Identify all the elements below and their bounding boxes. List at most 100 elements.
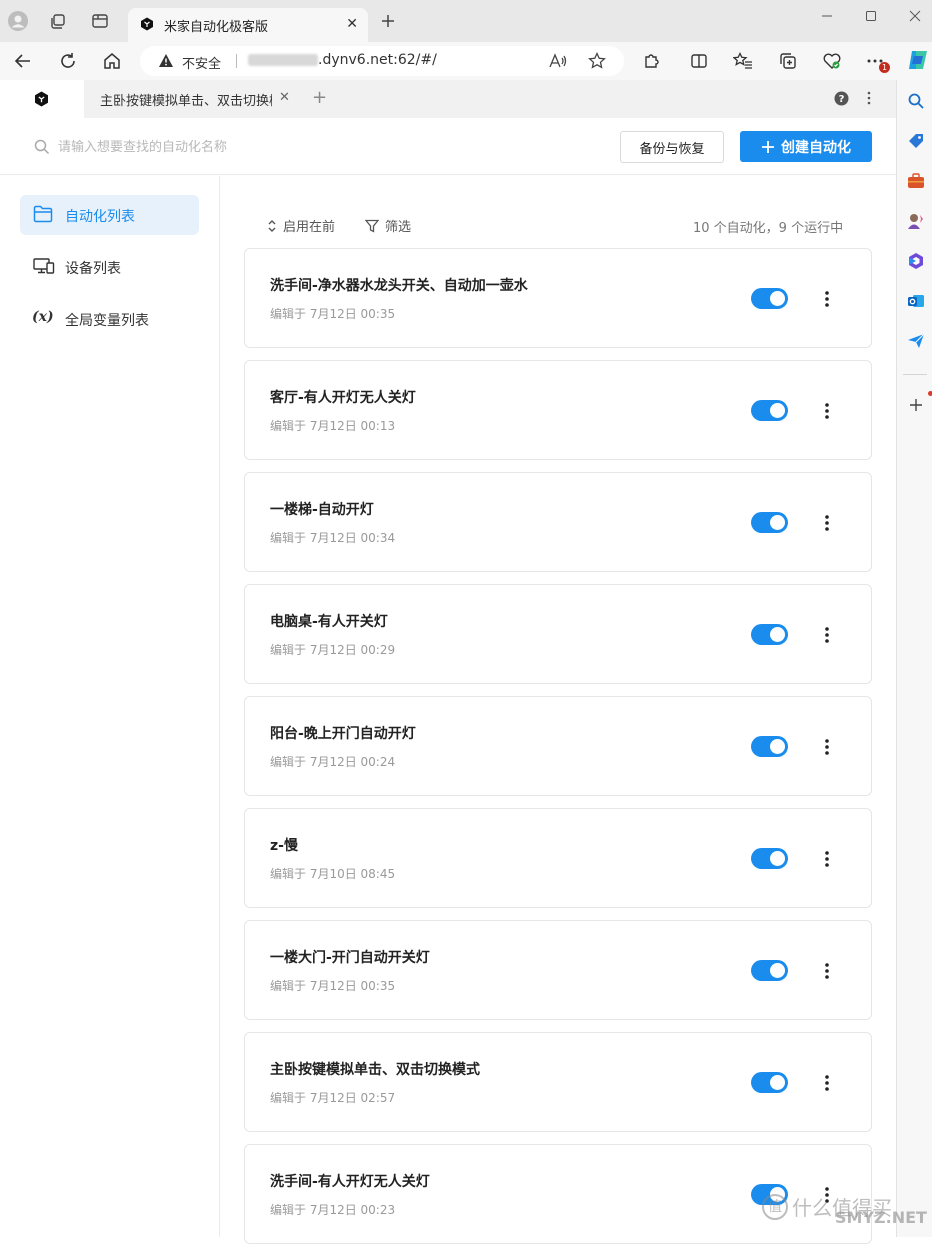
back-arrow-icon[interactable]: [12, 50, 34, 72]
plus-icon: [761, 140, 775, 154]
automation-enable-toggle[interactable]: [751, 288, 788, 309]
automation-card[interactable]: 主卧按键模拟单击、双击切换模式 编辑于 7月12日 02:57: [244, 1032, 872, 1132]
app-tab-strip: 主卧按键模拟单击、双击切换模式 ✕ + ?: [0, 80, 896, 118]
folder-icon: [33, 205, 53, 223]
home-icon[interactable]: [101, 50, 123, 72]
tab-actions-icon[interactable]: [90, 11, 110, 31]
filter-funnel-icon: [365, 219, 379, 233]
automation-card[interactable]: 洗手间-净水器水龙头开关、自动加一壶水 编辑于 7月12日 00:35: [244, 248, 872, 348]
automation-card[interactable]: 一楼大门-开门自动开关灯 编辑于 7月12日 00:35: [244, 920, 872, 1020]
automation-card[interactable]: 客厅-有人开灯无人关灯 编辑于 7月12日 00:13: [244, 360, 872, 460]
minimize-window-icon[interactable]: [812, 6, 842, 26]
url-suffix: .dynv6.net:62/#/: [318, 52, 437, 68]
more-vertical-icon[interactable]: [821, 625, 833, 645]
tools-briefcase-icon[interactable]: [907, 172, 925, 190]
games-icon[interactable]: [907, 212, 925, 230]
filter-control[interactable]: 筛选: [365, 216, 411, 235]
security-status[interactable]: 不安全: [182, 53, 221, 72]
automation-title: 主卧按键模拟单击、双击切换模式: [270, 1062, 480, 1078]
more-vertical-icon[interactable]: [821, 513, 833, 533]
automation-enable-toggle[interactable]: [751, 400, 788, 421]
automation-title: 电脑桌-有人开关灯: [270, 614, 388, 630]
maximize-window-icon[interactable]: [856, 6, 886, 26]
more-vertical-icon[interactable]: [821, 1073, 833, 1093]
browser-essentials-icon[interactable]: [821, 50, 843, 72]
address-bar[interactable]: 不安全 .dynv6.net:62/#/: [140, 46, 624, 76]
automation-edited-time: 编辑于 7月12日 00:35: [270, 979, 396, 993]
app-more-icon[interactable]: [866, 90, 872, 106]
favorites-list-icon[interactable]: [732, 50, 754, 72]
close-app-tab-icon[interactable]: ✕: [279, 90, 290, 105]
sort-arrows-icon: [267, 219, 277, 233]
sidebar-notification-dot: [928, 391, 932, 396]
automation-title: 阳台-晚上开门自动开灯: [270, 726, 416, 742]
warning-triangle-icon[interactable]: [158, 53, 174, 68]
add-app-tab-icon[interactable]: +: [312, 87, 327, 108]
microsoft365-icon[interactable]: [907, 252, 925, 270]
read-aloud-icon[interactable]: [548, 52, 568, 70]
automation-enable-toggle[interactable]: [751, 624, 788, 645]
backup-restore-button[interactable]: 备份与恢复: [620, 131, 724, 163]
automation-enable-toggle[interactable]: [751, 1072, 788, 1093]
nav-item-device-list[interactable]: 设备列表: [20, 247, 199, 287]
app-tab-home[interactable]: [0, 80, 84, 118]
app-header: 备份与恢复 创建自动化: [0, 118, 896, 175]
help-icon[interactable]: ?: [834, 91, 849, 106]
copilot-icon[interactable]: [906, 48, 930, 72]
search-icon: [34, 139, 50, 155]
collections-icon[interactable]: [777, 50, 799, 72]
more-vertical-icon[interactable]: [821, 401, 833, 421]
profile-avatar-icon[interactable]: [8, 11, 28, 31]
app-tab-automation-detail[interactable]: 主卧按键模拟单击、双击切换模式: [100, 90, 272, 109]
search-input[interactable]: [58, 134, 478, 160]
more-vertical-icon[interactable]: [821, 737, 833, 757]
nav-label-device-list: 设备列表: [65, 261, 121, 277]
automation-title: 一楼梯-自动开灯: [270, 502, 374, 518]
more-vertical-icon[interactable]: [821, 961, 833, 981]
browser-toolbar: 不安全 .dynv6.net:62/#/ 1: [0, 42, 932, 80]
automation-edited-time: 编辑于 7月12日 00:29: [270, 643, 396, 657]
new-tab-icon[interactable]: [378, 11, 398, 31]
close-window-icon[interactable]: [900, 6, 930, 26]
sidebar-search-icon[interactable]: [907, 92, 925, 110]
nav-item-global-variables[interactable]: (x) 全局变量列表: [20, 299, 199, 339]
automation-card[interactable]: 一楼梯-自动开灯 编辑于 7月12日 00:34: [244, 472, 872, 572]
shopping-tag-icon[interactable]: [907, 132, 925, 150]
more-vertical-icon[interactable]: [821, 289, 833, 309]
automation-title: 洗手间-有人开灯无人关灯: [270, 1174, 430, 1190]
refresh-icon[interactable]: [57, 50, 79, 72]
toggle-knob: [770, 627, 785, 642]
automation-edited-time: 编辑于 7月12日 00:24: [270, 755, 396, 769]
svg-text:?: ?: [839, 94, 845, 105]
create-automation-button[interactable]: 创建自动化: [740, 131, 872, 162]
automation-title: 洗手间-净水器水龙头开关、自动加一壶水: [270, 278, 528, 294]
automation-card[interactable]: z-慢 编辑于 7月10日 08:45: [244, 808, 872, 908]
redacted-host: [248, 54, 318, 66]
automation-edited-time: 编辑于 7月12日 00:35: [270, 307, 396, 321]
toggle-knob: [770, 739, 785, 754]
automation-card[interactable]: 电脑桌-有人开关灯 编辑于 7月12日 00:29: [244, 584, 872, 684]
app-logo-icon: [34, 91, 49, 107]
automation-enable-toggle[interactable]: [751, 736, 788, 757]
automation-enable-toggle[interactable]: [751, 512, 788, 533]
send-plane-icon[interactable]: [907, 332, 925, 350]
automation-list-panel: 启用在前 筛选 10 个自动化，9 个运行中 洗手间-净水器水龙头开关、自动加一…: [221, 176, 896, 1244]
close-tab-icon[interactable]: ✕: [346, 16, 358, 32]
toggle-knob: [770, 291, 785, 306]
more-vertical-icon[interactable]: [821, 849, 833, 869]
nav-item-automation-list[interactable]: 自动化列表: [20, 195, 199, 235]
browser-tab-active[interactable]: 米家自动化极客版 ✕: [128, 8, 368, 42]
browser-titlebar: 米家自动化极客版 ✕: [0, 0, 932, 42]
workspaces-icon[interactable]: [48, 11, 68, 31]
outlook-icon[interactable]: [907, 292, 925, 310]
automation-enable-toggle[interactable]: [751, 960, 788, 981]
filter-label: 筛选: [385, 220, 412, 235]
sort-control[interactable]: 启用在前: [267, 216, 335, 235]
split-screen-icon[interactable]: [688, 50, 710, 72]
favorite-star-icon[interactable]: [588, 52, 606, 70]
extensions-icon[interactable]: [640, 50, 662, 72]
url-text[interactable]: .dynv6.net:62/#/: [248, 52, 437, 68]
automation-card[interactable]: 阳台-晚上开门自动开灯 编辑于 7月12日 00:24: [244, 696, 872, 796]
automation-enable-toggle[interactable]: [751, 848, 788, 869]
add-sidebar-app-icon[interactable]: [907, 396, 925, 414]
